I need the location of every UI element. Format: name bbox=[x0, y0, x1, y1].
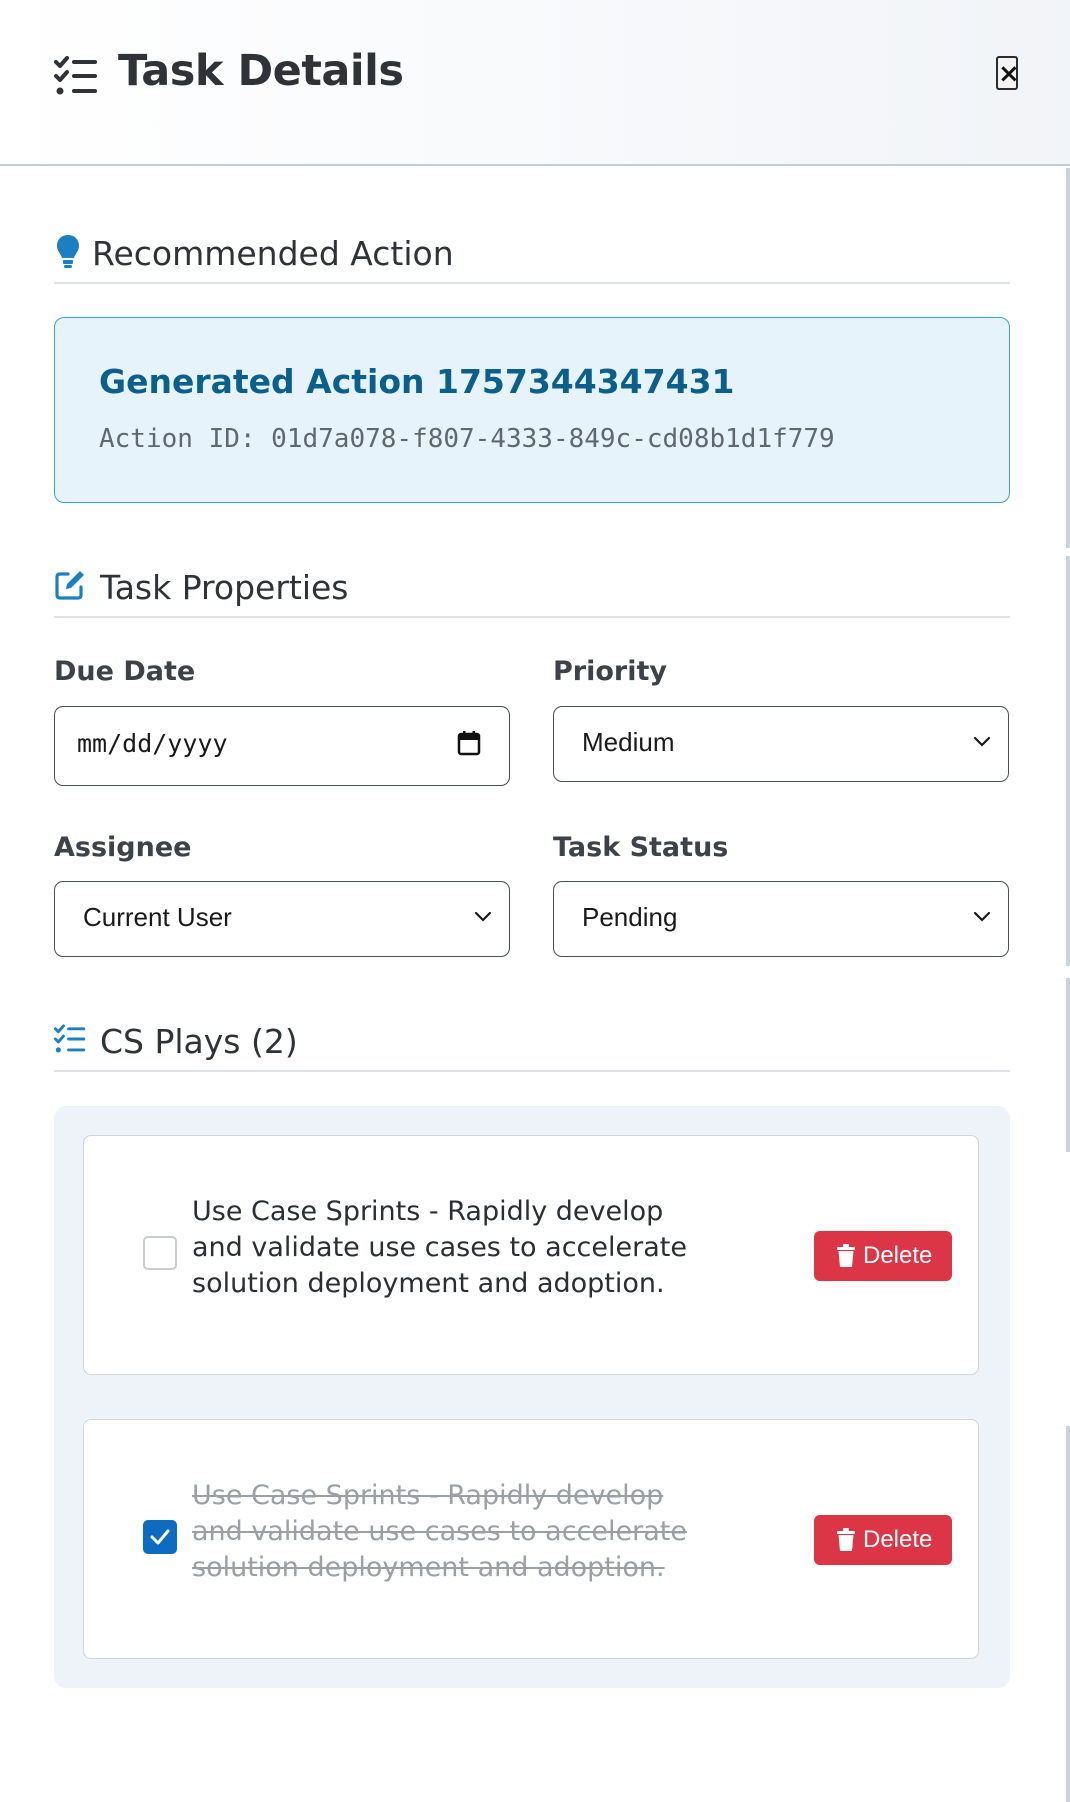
list-item: Use Case Sprints - Rapidly develop and v… bbox=[83, 1419, 979, 1659]
lightbulb-icon bbox=[57, 235, 79, 268]
checkmark-icon bbox=[150, 1529, 170, 1545]
section-title: Task Properties bbox=[100, 568, 349, 607]
page-title: Task Details bbox=[118, 46, 404, 96]
cs-plays-list: Use Case Sprints - Rapidly develop and v… bbox=[54, 1106, 1010, 1688]
assignee-select[interactable]: Current User bbox=[54, 881, 510, 957]
scrollbar-track bbox=[1066, 168, 1070, 548]
chevron-down-icon bbox=[973, 911, 991, 922]
section-title: Recommended Action bbox=[92, 234, 454, 273]
scrollbar-track bbox=[1066, 556, 1070, 966]
delete-label: Delete bbox=[863, 1526, 933, 1553]
assignee-value: Current User bbox=[83, 902, 232, 932]
due-date-label: Due Date bbox=[54, 656, 196, 687]
play-checkbox[interactable] bbox=[143, 1236, 177, 1270]
priority-select[interactable]: Medium bbox=[553, 706, 1009, 782]
priority-value: Medium bbox=[582, 727, 675, 757]
chevron-down-icon bbox=[474, 911, 492, 922]
trash-icon bbox=[837, 1528, 855, 1551]
task-status-select[interactable]: Pending bbox=[553, 881, 1009, 957]
panel-header: Task Details × bbox=[0, 0, 1070, 166]
delete-button[interactable]: Delete bbox=[814, 1231, 952, 1281]
assignee-label: Assignee bbox=[54, 832, 192, 863]
list-check-icon bbox=[54, 1024, 86, 1053]
recommended-action-header: Recommended Action bbox=[54, 232, 1010, 284]
task-properties-header: Task Properties bbox=[54, 566, 1010, 618]
action-id: Action ID: 01d7a078-f807-4333-849c-cd08b… bbox=[99, 424, 835, 454]
calendar-icon[interactable] bbox=[457, 730, 481, 756]
priority-label: Priority bbox=[553, 656, 667, 687]
action-title: Generated Action 1757344347431 bbox=[99, 362, 735, 401]
trash-icon bbox=[837, 1244, 855, 1267]
list-item: Use Case Sprints - Rapidly develop and v… bbox=[83, 1135, 979, 1375]
cs-plays-header: CS Plays (2) bbox=[54, 1020, 1010, 1072]
scrollbar-track bbox=[1066, 978, 1070, 1152]
due-date-placeholder: mm/dd/yyyy bbox=[77, 729, 228, 758]
scrollbar-track bbox=[1066, 1426, 1070, 1802]
list-check-icon bbox=[54, 56, 97, 95]
delete-label: Delete bbox=[863, 1242, 933, 1269]
section-title: CS Plays (2) bbox=[100, 1022, 298, 1061]
due-date-input[interactable]: mm/dd/yyyy bbox=[54, 706, 510, 786]
close-button[interactable]: × bbox=[996, 56, 1020, 90]
play-text: Use Case Sprints - Rapidly develop and v… bbox=[192, 1480, 687, 1583]
task-status-value: Pending bbox=[582, 902, 678, 932]
recommended-action-card: Generated Action 1757344347431 Action ID… bbox=[54, 317, 1010, 503]
task-status-label: Task Status bbox=[553, 832, 729, 863]
task-details-panel: Task Details × Recommended Action Genera… bbox=[0, 0, 1070, 1802]
play-text: Use Case Sprints - Rapidly develop and v… bbox=[192, 1196, 687, 1299]
play-checkbox[interactable] bbox=[143, 1520, 177, 1554]
edit-icon bbox=[55, 571, 84, 600]
delete-button[interactable]: Delete bbox=[814, 1515, 952, 1565]
chevron-down-icon bbox=[973, 736, 991, 747]
